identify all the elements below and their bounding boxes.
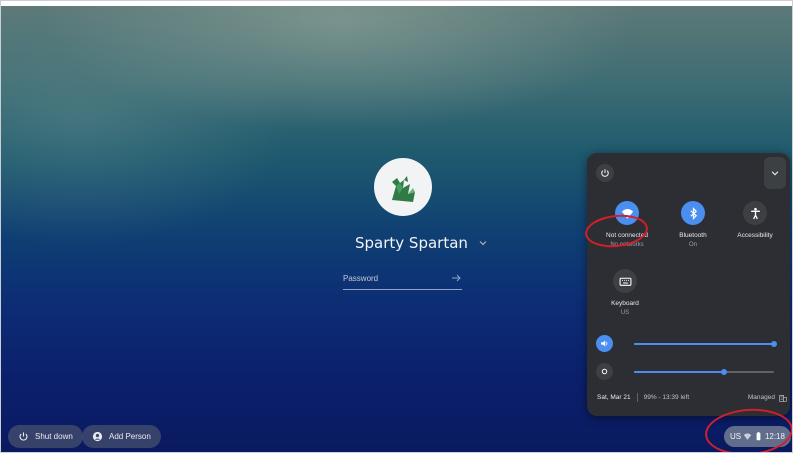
date-label[interactable]: Sat, Mar 21 <box>597 394 631 401</box>
collapse-panel-button[interactable] <box>764 157 786 189</box>
accessibility-toggle[interactable] <box>743 201 767 225</box>
quick-settings-footer: Sat, Mar 21 99% - 13:39 left Managed <box>597 393 787 402</box>
volume-slider-fill <box>634 343 774 345</box>
keyboard-icon <box>619 277 631 286</box>
keyboard-toggle[interactable] <box>613 269 637 293</box>
enterprise-icon <box>779 394 787 402</box>
password-input[interactable] <box>343 268 443 288</box>
keyboard-layout: US <box>620 310 630 316</box>
add-person-icon <box>92 431 103 442</box>
power-menu-button[interactable] <box>596 164 614 182</box>
volume-row <box>596 335 782 353</box>
keyboard-label[interactable]: Keyboard <box>593 300 657 307</box>
chevron-down-icon[interactable] <box>477 237 489 249</box>
managed-indicator[interactable]: Managed <box>748 394 787 402</box>
volume-slider[interactable] <box>634 341 777 347</box>
managed-label: Managed <box>747 394 775 401</box>
brightness-slider-thumb[interactable] <box>720 369 727 375</box>
brightness-row <box>596 363 782 381</box>
shutdown-button[interactable]: Shut down <box>8 425 83 448</box>
chevron-down-icon <box>771 171 779 176</box>
bluetooth-icon <box>689 206 697 220</box>
bluetooth-label[interactable]: Bluetooth <box>661 232 725 239</box>
bluetooth-status: On <box>688 242 697 248</box>
bluetooth-toggle[interactable] <box>681 201 705 225</box>
brightness-slider[interactable] <box>634 369 774 375</box>
volume-icon <box>601 340 608 347</box>
quick-settings-panel: Not connected No networks Bluetooth On A… <box>587 153 790 416</box>
brightness-button <box>596 363 613 380</box>
accessibility-tile[interactable]: Accessibility <box>723 201 787 239</box>
accessibility-icon <box>750 207 760 219</box>
shutdown-label: Shut down <box>35 432 73 441</box>
user-name: Sparty Spartan <box>355 234 468 252</box>
volume-slider-thumb[interactable] <box>771 341 777 347</box>
power-icon <box>19 432 28 441</box>
footer-divider <box>636 393 638 402</box>
dragon-avatar-icon <box>392 176 415 202</box>
arrow-right-icon[interactable] <box>450 272 462 284</box>
password-field-wrapper <box>343 268 462 290</box>
power-icon <box>601 169 609 177</box>
screen-top-edge <box>0 0 793 6</box>
accessibility-label[interactable]: Accessibility <box>723 232 787 239</box>
keyboard-tile[interactable]: Keyboard US <box>593 269 657 316</box>
battery-status: 99% - 13:39 left <box>643 394 690 401</box>
volume-mute-button[interactable] <box>596 335 613 352</box>
add-person-label: Add Person <box>109 432 151 441</box>
user-name-row[interactable]: Sparty Spartan <box>355 234 489 252</box>
brightness-slider-fill <box>634 371 724 373</box>
add-person-button[interactable]: Add Person <box>82 425 161 448</box>
bluetooth-tile[interactable]: Bluetooth On <box>661 201 725 248</box>
user-avatar[interactable] <box>374 158 432 216</box>
brightness-icon <box>601 368 608 375</box>
